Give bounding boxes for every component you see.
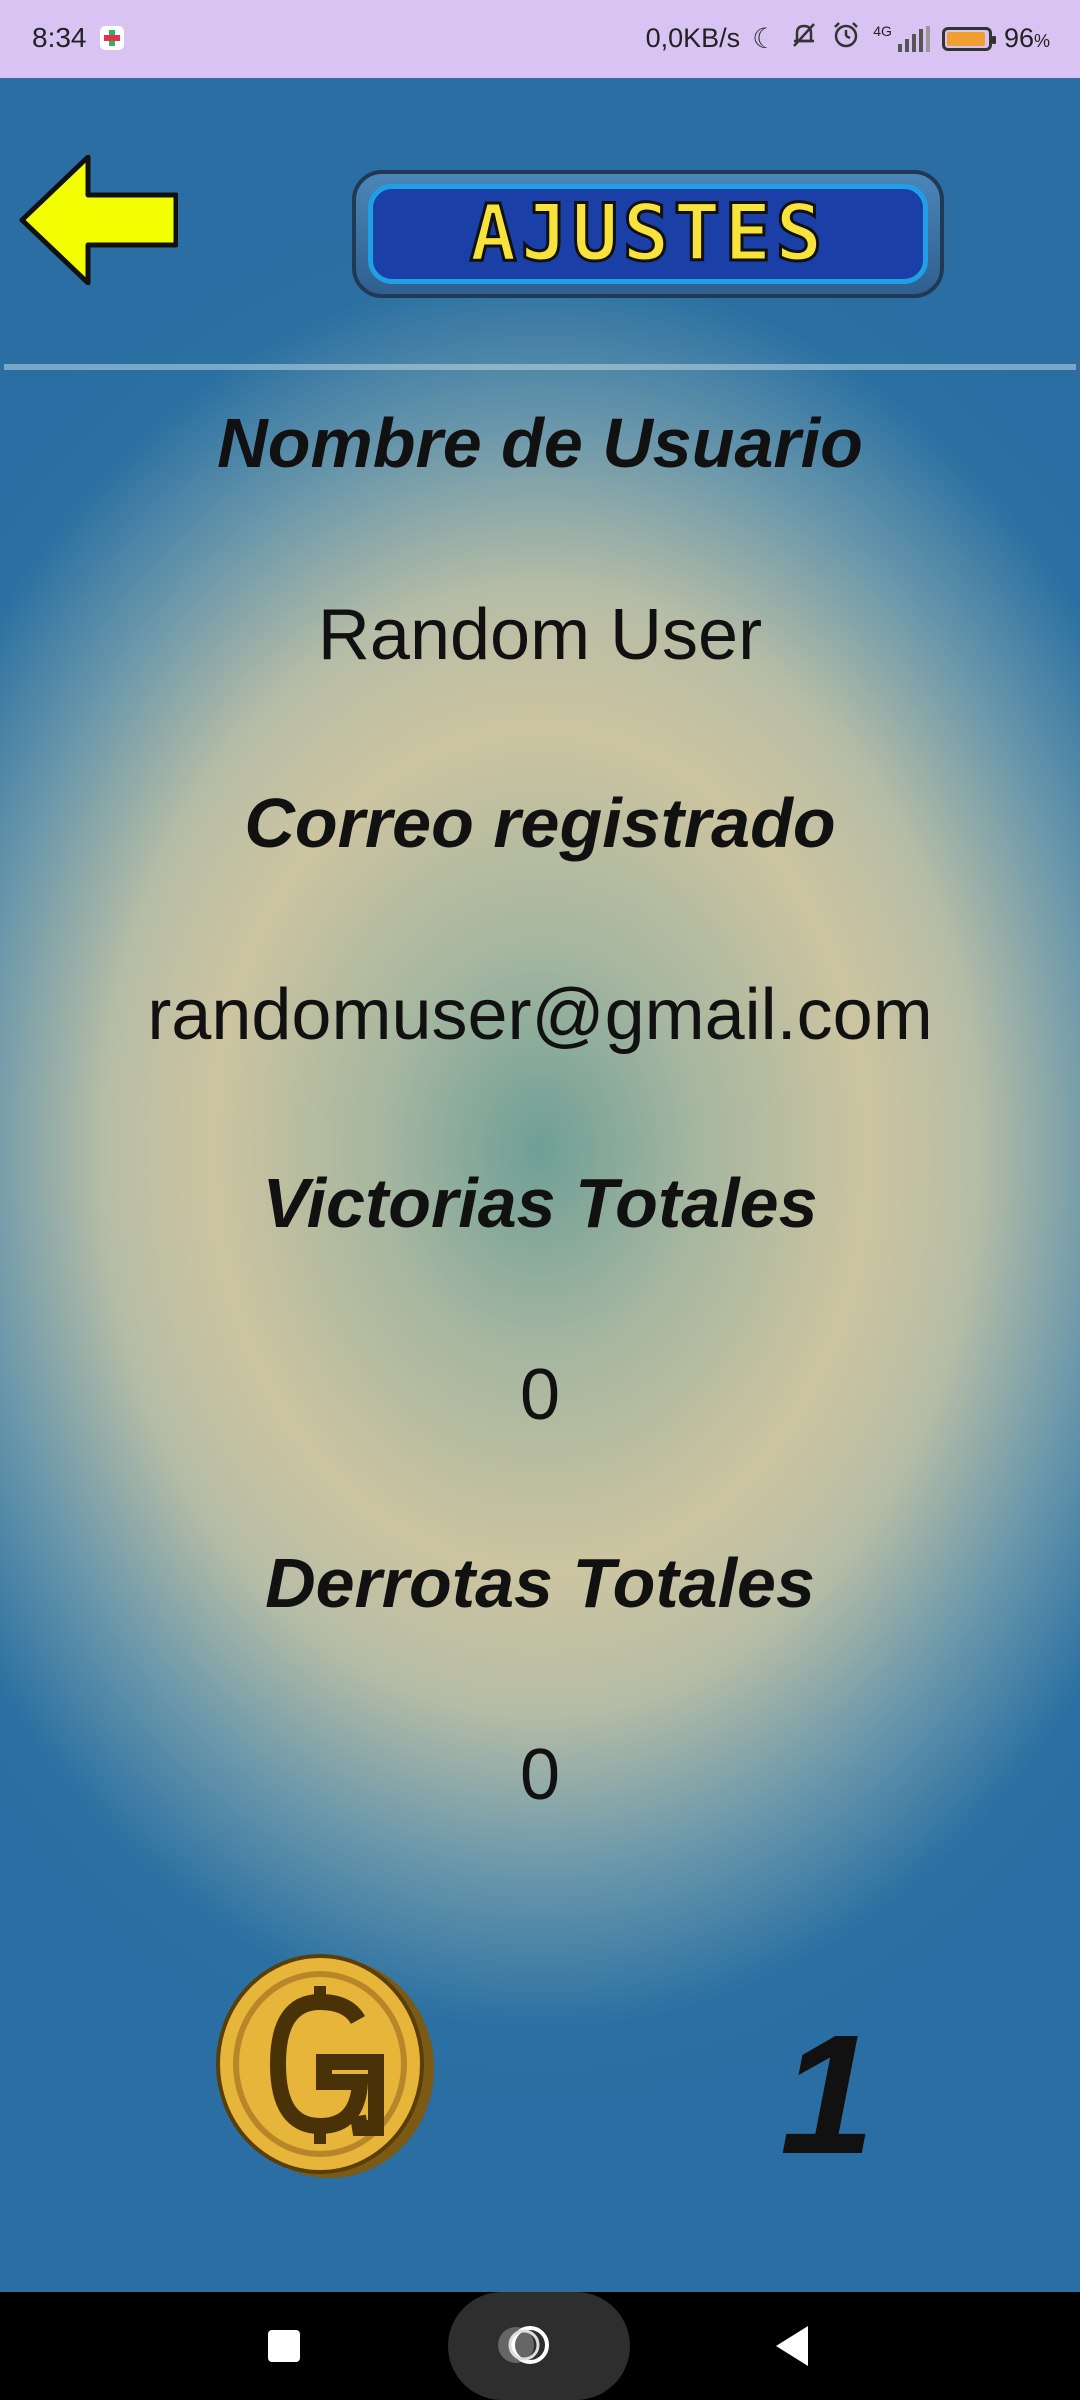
page-title: AJUSTES [468, 188, 827, 281]
muted-bell-icon [789, 20, 819, 57]
email-value: randomuser@gmail.com [147, 975, 933, 1055]
moon-icon: ☾ [752, 23, 778, 54]
status-bar: 8:34 0,0KB/s ☾ 4G 96% [0, 0, 1080, 78]
settings-screen: 8:34 0,0KB/s ☾ 4G 96% AJUSTES Nombre de … [0, 0, 1080, 2400]
alarm-icon [831, 20, 861, 57]
wins-label: Victorias Totales [262, 1164, 818, 1242]
status-time: 8:34 [32, 22, 87, 53]
header-divider [4, 364, 1076, 370]
arrow-left-icon [19, 154, 179, 286]
username-value: Random User [317, 595, 763, 675]
losses-label: Derrotas Totales [265, 1544, 815, 1622]
home-icon [498, 2326, 549, 2364]
signal-icon [897, 25, 930, 52]
nav-back-button[interactable] [776, 2326, 808, 2366]
recent-apps-button[interactable] [268, 2330, 300, 2362]
coin-icon [208, 1950, 438, 2180]
coin-count: 1 [780, 2000, 875, 2190]
battery-percent-value: 96 [1003, 23, 1034, 53]
battery-fill [946, 31, 986, 46]
losses-value: 0 [519, 1735, 561, 1815]
email-label: Correo registrado [244, 784, 836, 862]
network-speed: 0,0KB/s [645, 23, 741, 53]
notification-app-icon [100, 26, 124, 50]
title-badge: AJUSTES [352, 170, 944, 298]
battery-percent: 96% [1004, 23, 1050, 54]
username-label: Nombre de Usuario [217, 404, 863, 482]
title-badge-inner: AJUSTES [368, 184, 928, 284]
battery-icon [941, 26, 996, 51]
wins-value: 0 [519, 1355, 561, 1435]
battery-percent-sign: % [1033, 31, 1050, 51]
network-type: 4G [873, 22, 892, 39]
status-right-group: 0,0KB/s ☾ 4G 96% [646, 20, 1050, 57]
back-button[interactable] [18, 154, 179, 286]
